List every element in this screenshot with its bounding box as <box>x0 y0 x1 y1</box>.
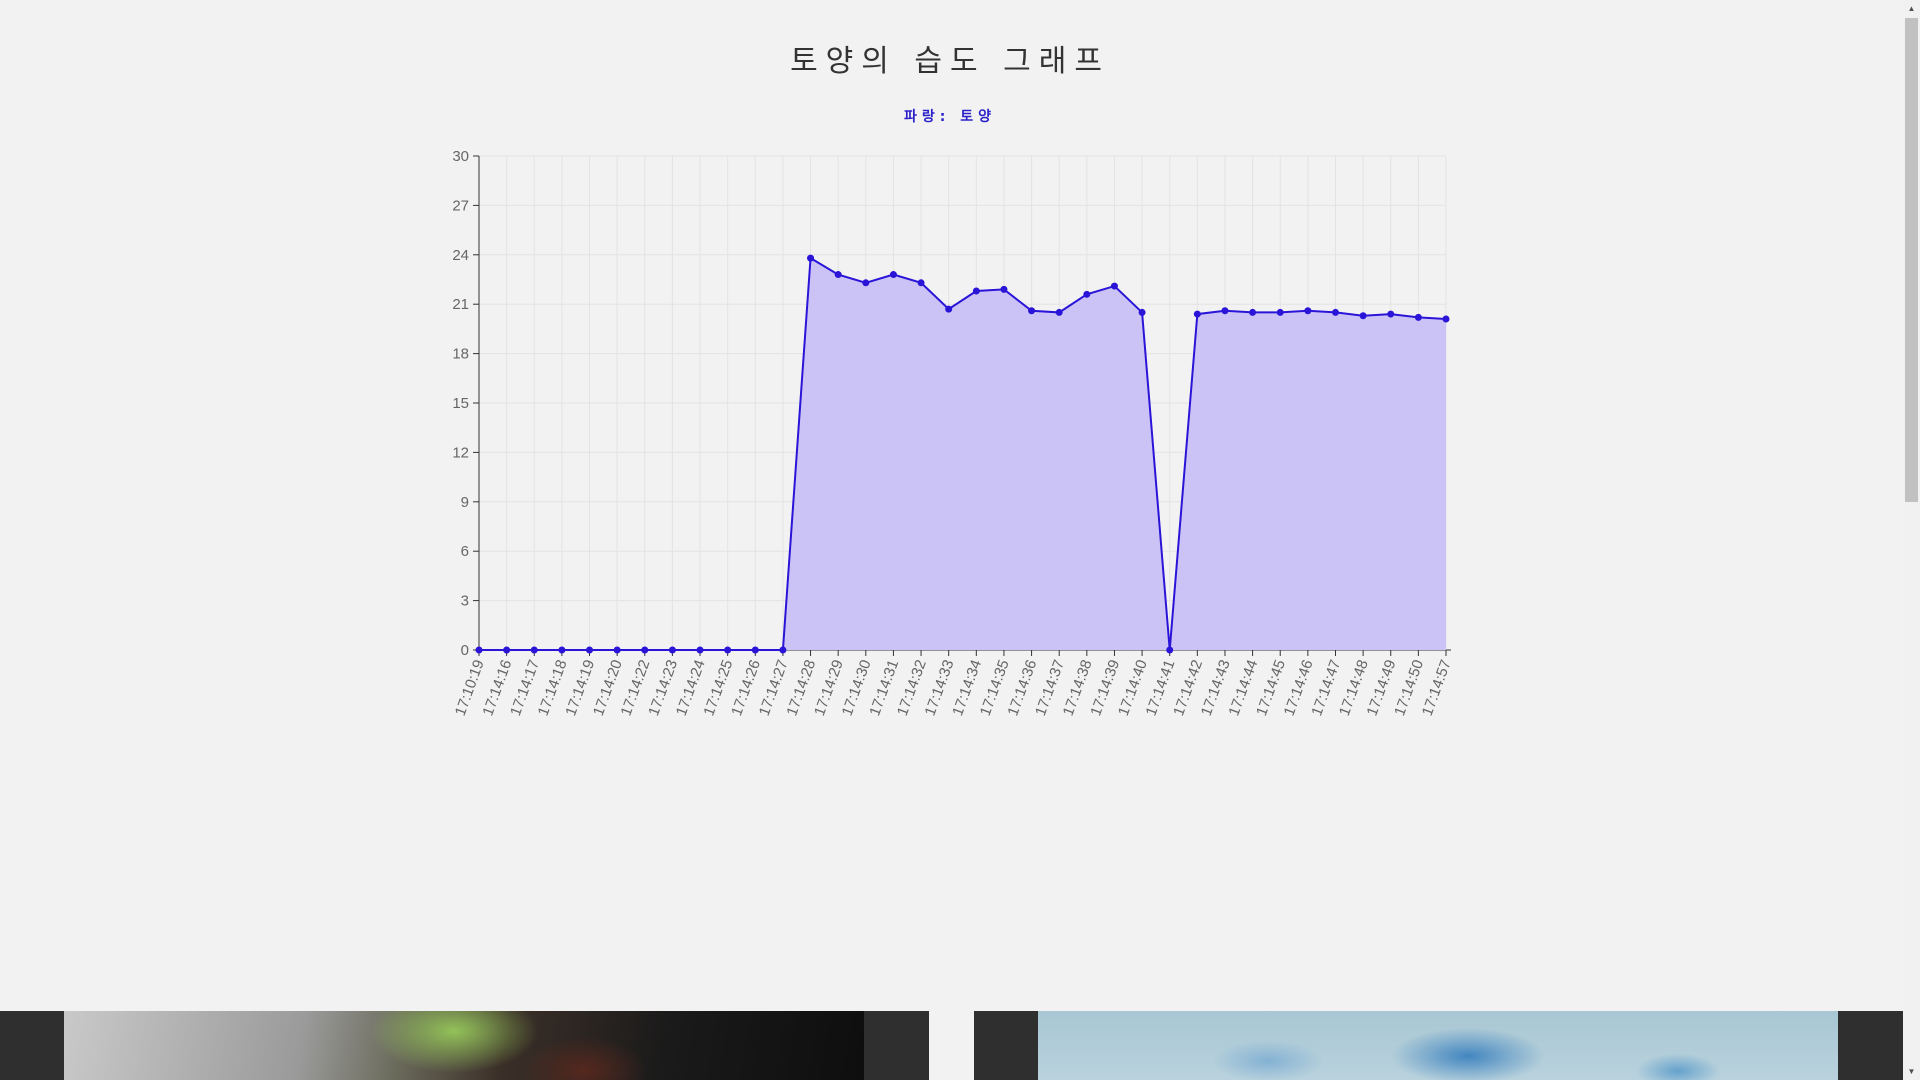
sky-clouds-photo <box>1038 1011 1838 1080</box>
data-point <box>1221 307 1229 315</box>
data-point <box>1359 312 1367 320</box>
thermometer-plant-photo <box>64 1011 864 1080</box>
scrollbar-thumb[interactable] <box>1905 18 1918 502</box>
y-tick-label: 24 <box>452 247 469 264</box>
data-point <box>724 646 732 654</box>
data-point <box>1055 308 1063 316</box>
data-point <box>558 646 566 654</box>
series-area <box>479 258 1446 650</box>
data-point <box>696 646 704 654</box>
data-point <box>1000 285 1008 293</box>
data-point <box>1276 308 1284 316</box>
data-point <box>807 254 815 262</box>
y-tick-label: 18 <box>452 346 469 363</box>
data-point <box>503 646 511 654</box>
y-tick-label: 30 <box>452 148 469 165</box>
data-point <box>1442 315 1450 323</box>
data-point <box>862 279 870 287</box>
y-tick-label: 0 <box>461 642 469 659</box>
data-point <box>1166 646 1174 654</box>
data-point <box>1193 310 1201 318</box>
data-point <box>1331 308 1339 316</box>
y-tick-label: 9 <box>461 494 469 511</box>
scroll-down-arrow-icon[interactable]: ▼ <box>1903 1063 1920 1080</box>
data-point <box>1414 313 1422 321</box>
scroll-up-arrow-icon[interactable]: ▲ <box>1903 0 1920 17</box>
y-tick-label: 12 <box>452 444 469 461</box>
image-card-right[interactable] <box>974 1011 1903 1080</box>
data-point <box>1249 308 1257 316</box>
y-tick-label: 3 <box>461 593 469 610</box>
y-tick-label: 15 <box>452 395 469 412</box>
data-point <box>1110 282 1118 290</box>
data-point <box>1138 308 1146 316</box>
data-point <box>917 279 925 287</box>
vertical-scrollbar[interactable]: ▲ ▼ <box>1903 0 1920 1080</box>
data-point <box>1304 307 1312 315</box>
y-tick-label: 27 <box>452 197 469 214</box>
data-point <box>613 646 621 654</box>
humidity-chart: 03691215182124273017:10:1917:14:1617:14:… <box>452 148 1455 718</box>
y-tick-label: 21 <box>452 296 469 313</box>
data-point <box>641 646 649 654</box>
data-point <box>668 646 676 654</box>
data-point <box>945 305 953 313</box>
data-point <box>1083 290 1091 298</box>
data-point <box>586 646 594 654</box>
data-point <box>475 646 483 654</box>
data-point <box>751 646 759 654</box>
data-point <box>1387 310 1395 318</box>
image-card-left[interactable] <box>0 1011 929 1080</box>
data-point <box>530 646 538 654</box>
data-point <box>889 271 897 279</box>
data-point <box>834 271 842 279</box>
data-point <box>779 646 787 654</box>
data-point <box>1028 307 1036 315</box>
y-tick-label: 6 <box>461 543 469 560</box>
data-point <box>972 287 980 295</box>
